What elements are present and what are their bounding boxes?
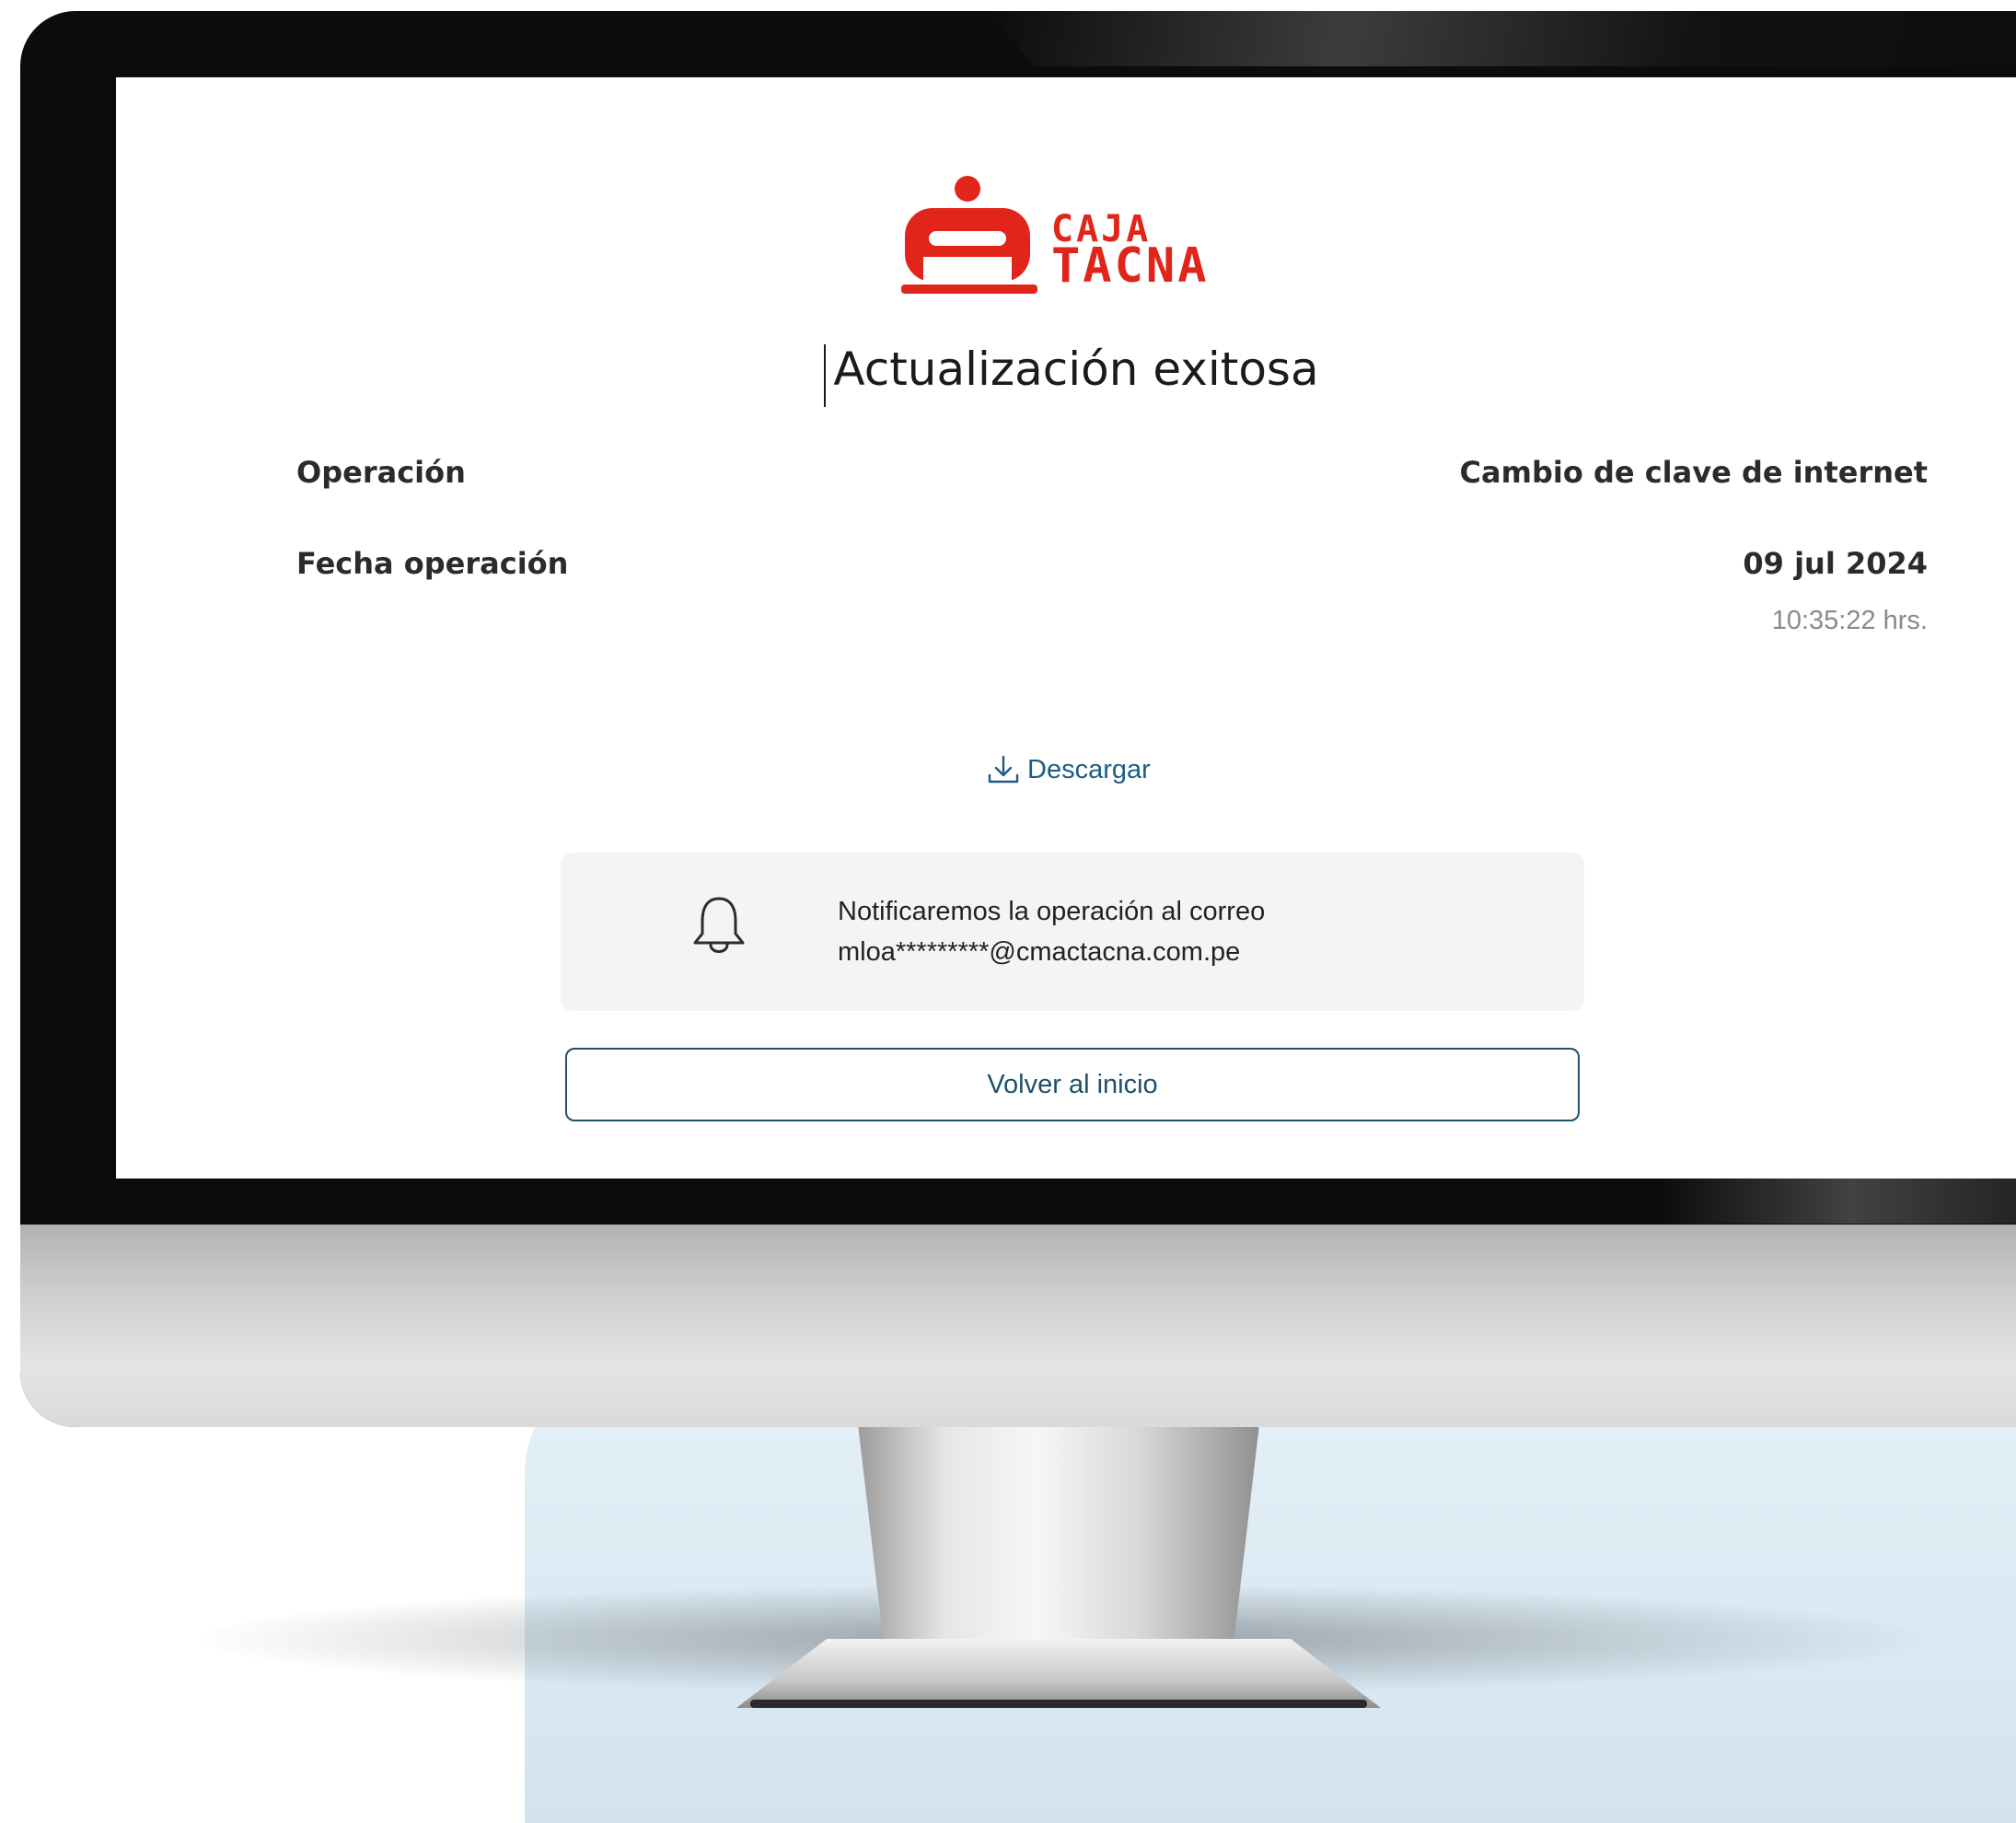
download-label: Descargar xyxy=(1027,754,1151,784)
operation-label: Operación xyxy=(296,455,466,490)
notification-text: Notificaremos la operación al correo mlo… xyxy=(838,891,1265,972)
monitor-stand-edge xyxy=(750,1700,1367,1708)
back-to-home-button[interactable]: Volver al inicio xyxy=(565,1048,1580,1121)
notification-box: Notificaremos la operación al correo mlo… xyxy=(561,853,1584,1011)
logo-mark-icon xyxy=(901,176,1037,294)
notification-email: mloa*********@cmactacna.com.pe xyxy=(838,937,1241,967)
time-value: 10:35:22 hrs. xyxy=(1771,606,1928,635)
download-link[interactable]: Descargar xyxy=(985,751,1151,788)
bell-icon xyxy=(693,897,745,953)
date-label: Fecha operación xyxy=(296,546,569,581)
date-value: 09 jul 2024 xyxy=(1743,546,1928,581)
operation-value: Cambio de clave de internet xyxy=(1459,455,1928,490)
notification-line-1: Notificaremos la operación al correo xyxy=(838,897,1266,926)
monitor-stand-foot xyxy=(736,1639,1381,1708)
page-title: Actualización exitosa xyxy=(833,343,1319,396)
logo-text-tacna: TACNA xyxy=(1051,238,1210,294)
monitor-chin xyxy=(20,1225,2016,1427)
logo-wordmark: CAJA TACNA xyxy=(1051,211,1210,294)
download-icon xyxy=(988,755,1019,784)
monitor-frame: CAJA TACNA Actualización exitosa Operaci… xyxy=(20,11,2016,1427)
app-screen: CAJA TACNA Actualización exitosa Operaci… xyxy=(116,77,2016,1179)
bezel-reflection xyxy=(987,11,2016,66)
caja-tacna-logo: CAJA TACNA xyxy=(899,174,1258,303)
